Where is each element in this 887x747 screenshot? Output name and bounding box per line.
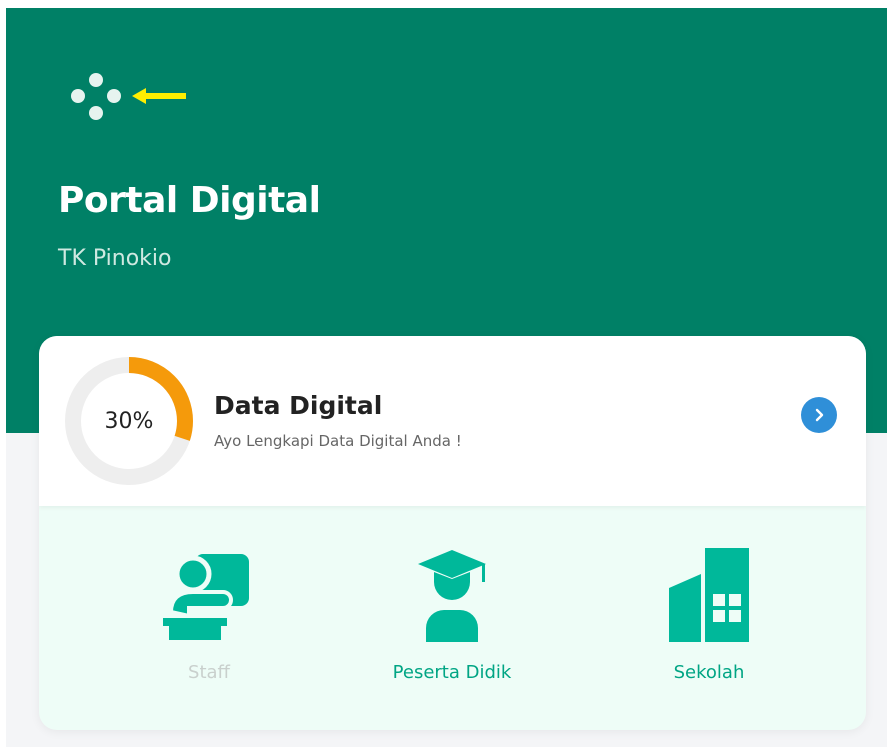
progress-percent: 30%	[104, 408, 154, 434]
feature-label-sekolah: Sekolah	[673, 662, 745, 683]
app-screen: Portal Digital TK Pinokio 30% Data Digit…	[6, 8, 887, 747]
feature-staff[interactable]: Staff	[109, 546, 309, 706]
feature-sekolah[interactable]: Sekolah	[609, 546, 809, 706]
dots-menu-icon[interactable]	[68, 70, 124, 126]
feature-menu: Staff Peserta Didik Sekolah	[39, 506, 866, 730]
open-data-digital-button[interactable]	[801, 397, 837, 433]
feature-label-peserta-didik: Peserta Didik	[392, 662, 512, 683]
student-graduate-icon	[418, 550, 486, 642]
data-digital-subtitle: Ayo Lengkapi Data Digital Anda !	[214, 432, 462, 450]
teacher-icon	[163, 554, 249, 640]
feature-label-staff: Staff	[188, 662, 230, 683]
school-name: TK Pinokio	[58, 246, 172, 271]
dashboard-card: 30% Data Digital Ayo Lengkapi Data Digit…	[39, 336, 866, 730]
school-building-icon	[669, 548, 749, 642]
page-title: Portal Digital	[58, 180, 321, 221]
feature-peserta-didik[interactable]: Peserta Didik	[352, 546, 552, 706]
data-digital-card[interactable]: 30% Data Digital Ayo Lengkapi Data Digit…	[39, 336, 866, 506]
chevron-right-icon	[815, 408, 824, 422]
left-arrow-icon	[132, 88, 186, 104]
data-digital-title: Data Digital	[214, 391, 383, 420]
